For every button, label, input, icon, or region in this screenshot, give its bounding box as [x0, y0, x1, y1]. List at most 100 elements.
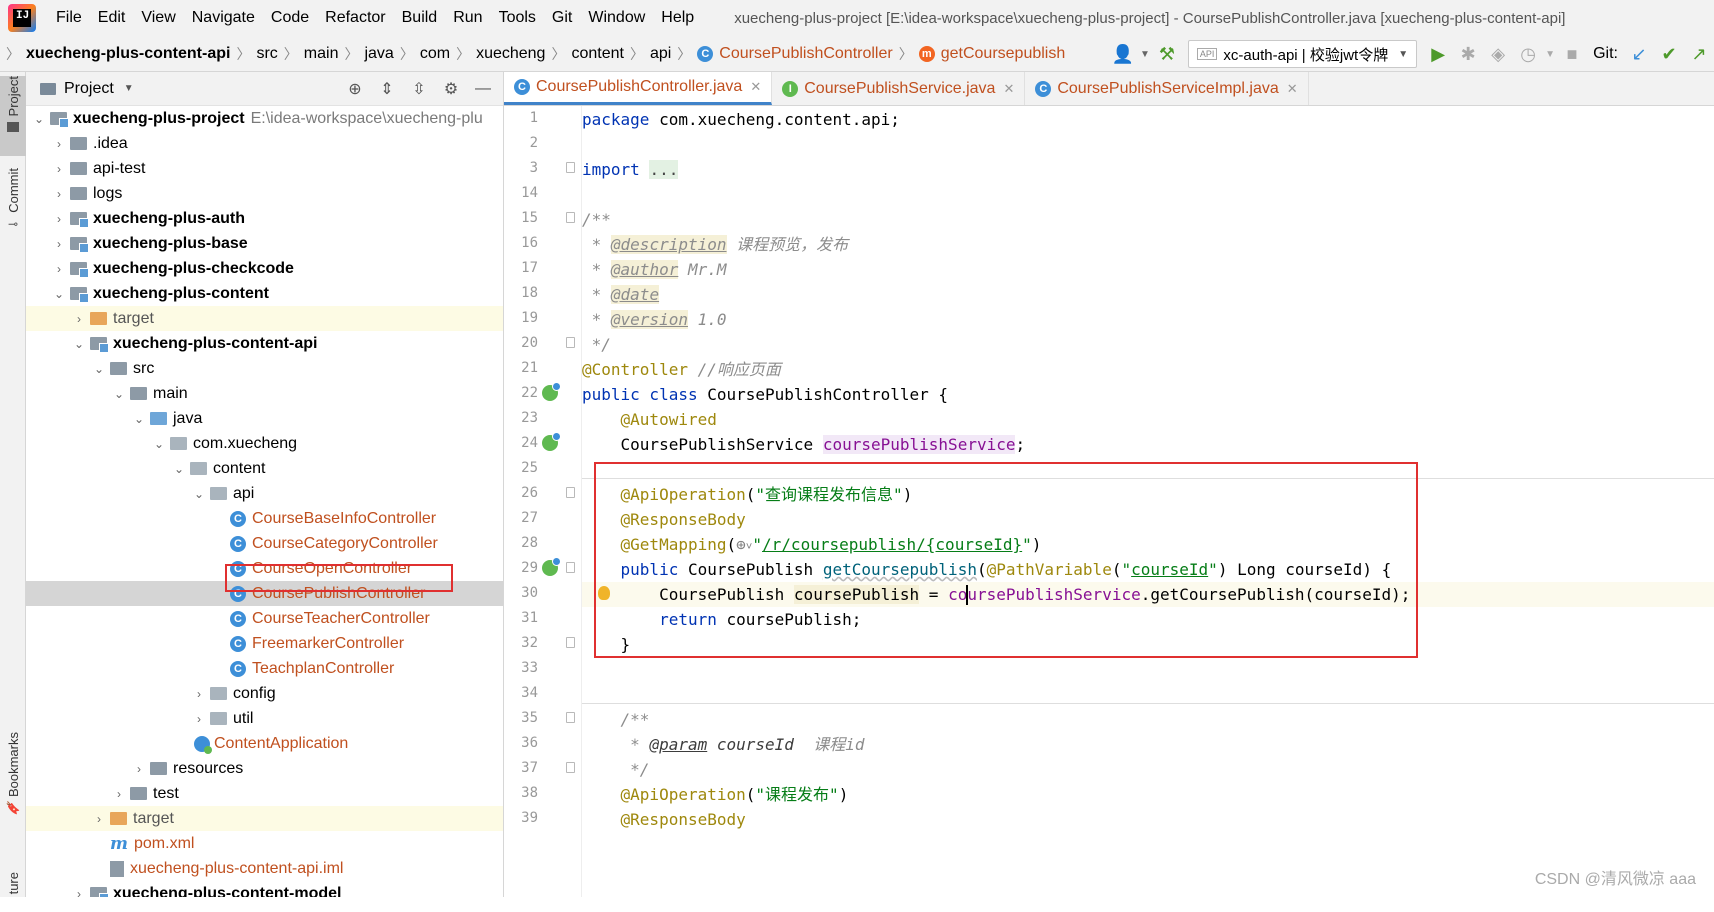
tree-item-checkcode[interactable]: › xuecheng-plus-checkcode: [26, 256, 503, 281]
menu-edit[interactable]: Edit: [90, 9, 134, 27]
chevron-down-icon: ⌄: [73, 336, 85, 351]
bookmarks-tool-window-button[interactable]: Bookmarks 🔖: [0, 732, 26, 852]
tree-item-test[interactable]: › test: [26, 781, 503, 806]
fold-icon[interactable]: [566, 712, 575, 723]
line-number: 20: [521, 335, 538, 351]
menu-view[interactable]: View: [133, 9, 183, 27]
project-tool-window-button[interactable]: Project: [0, 76, 26, 156]
debug-icon[interactable]: ✱: [1453, 39, 1483, 69]
tree-item-class[interactable]: C CourseBaseInfoController: [26, 506, 503, 531]
spring-bean-gutter-icon[interactable]: [542, 382, 561, 401]
menu-run[interactable]: Run: [445, 9, 490, 27]
git-push-icon[interactable]: ↗: [1684, 39, 1714, 69]
breadcrumb-xuecheng[interactable]: xuecheng: [470, 45, 551, 63]
locate-file-icon[interactable]: ⊕: [339, 74, 371, 104]
spring-bean-gutter-icon[interactable]: [542, 432, 561, 451]
tree-item-content-model[interactable]: › xuecheng-plus-content-model: [26, 881, 503, 897]
tree-item-java[interactable]: ⌄ java: [26, 406, 503, 431]
tab-coursepublishserviceimpl[interactable]: C CoursePublishServiceImpl.java ✕: [1025, 72, 1309, 105]
tree-item-logs[interactable]: › logs: [26, 181, 503, 206]
menu-file[interactable]: File: [48, 9, 90, 27]
globe-icon[interactable]: ⊕: [736, 535, 746, 554]
menu-navigate[interactable]: Navigate: [184, 9, 263, 27]
fold-icon[interactable]: [566, 762, 575, 773]
breadcrumb-class[interactable]: C CoursePublishController: [691, 45, 898, 63]
menu-help[interactable]: Help: [653, 9, 702, 27]
tree-item-idea[interactable]: › .idea: [26, 131, 503, 156]
menu-git[interactable]: Git: [544, 9, 580, 27]
tree-item-pom[interactable]: m pom.xml: [26, 831, 503, 856]
stop-icon[interactable]: ■: [1557, 39, 1587, 69]
folded-imports[interactable]: ...: [649, 160, 679, 179]
tree-item-class[interactable]: C FreemarkerController: [26, 631, 503, 656]
tree-item-api-test[interactable]: › api-test: [26, 156, 503, 181]
breadcrumb-src[interactable]: src: [250, 45, 283, 63]
fold-icon[interactable]: [566, 337, 575, 348]
breadcrumb-api[interactable]: api: [644, 45, 677, 63]
user-dropdown-icon[interactable]: ▼: [1138, 39, 1152, 69]
tree-item-content-api[interactable]: ⌄ xuecheng-plus-content-api: [26, 331, 503, 356]
fold-icon[interactable]: [566, 487, 575, 498]
menu-build[interactable]: Build: [394, 9, 446, 27]
tree-item-class[interactable]: C CourseOpenController: [26, 556, 503, 581]
menu-refactor[interactable]: Refactor: [317, 9, 393, 27]
tree-item-class[interactable]: C CourseTeacherController: [26, 606, 503, 631]
more-run-dropdown-icon[interactable]: ▼: [1543, 39, 1557, 69]
build-hammer-icon[interactable]: ⚒: [1152, 39, 1182, 69]
tree-item-api-pkg[interactable]: ⌄ api: [26, 481, 503, 506]
tree-item-util[interactable]: › util: [26, 706, 503, 731]
close-icon[interactable]: ✕: [1003, 81, 1014, 97]
structure-tool-window-button[interactable]: ture: [0, 872, 26, 912]
profile-icon[interactable]: ◷: [1513, 39, 1543, 69]
fold-icon[interactable]: [566, 562, 575, 573]
coverage-icon[interactable]: ◈: [1483, 39, 1513, 69]
tree-item-src[interactable]: ⌄ src: [26, 356, 503, 381]
commit-tool-window-button[interactable]: Commit ⊸: [0, 168, 26, 258]
tree-item-class[interactable]: C CourseCategoryController: [26, 531, 503, 556]
tree-item-project-root[interactable]: ⌄ xuecheng-plus-project E:\idea-workspac…: [26, 106, 503, 131]
tree-item-main[interactable]: ⌄ main: [26, 381, 503, 406]
git-commit-icon[interactable]: ✔: [1654, 39, 1684, 69]
run-configuration-select[interactable]: API xc-auth-api | 校验jwt令牌 ▼: [1187, 40, 1418, 68]
git-update-icon[interactable]: ↙: [1624, 39, 1654, 69]
tab-coursepublishservice[interactable]: I CoursePublishService.java ✕: [772, 72, 1026, 105]
hide-panel-icon[interactable]: —: [467, 74, 499, 104]
intention-bulb-icon[interactable]: [598, 586, 610, 600]
fold-icon[interactable]: [566, 212, 575, 223]
collapse-all-icon[interactable]: ⇳: [403, 74, 435, 104]
project-view-selector[interactable]: Project ▼: [40, 80, 134, 98]
user-icon[interactable]: 👤: [1108, 39, 1138, 69]
tree-item-content-pkg[interactable]: ⌄ content: [26, 456, 503, 481]
tree-item-content-application[interactable]: ContentApplication: [26, 731, 503, 756]
tab-coursepublishcontroller[interactable]: C CoursePublishController.java ✕: [504, 72, 773, 105]
tree-item-api-target[interactable]: › target: [26, 806, 503, 831]
tree-item-com-xuecheng[interactable]: ⌄ com.xuecheng: [26, 431, 503, 456]
breadcrumb-method[interactable]: m getCoursepublish: [913, 45, 1072, 63]
breadcrumb-java[interactable]: java: [358, 45, 399, 63]
tree-item-class[interactable]: C TeachplanController: [26, 656, 503, 681]
breadcrumb-com[interactable]: com: [414, 45, 456, 63]
close-icon[interactable]: ✕: [1287, 81, 1298, 97]
expand-all-icon[interactable]: ⇕: [371, 74, 403, 104]
run-icon[interactable]: ▶: [1423, 39, 1453, 69]
menu-window[interactable]: Window: [580, 9, 653, 27]
menu-tools[interactable]: Tools: [491, 9, 544, 27]
tree-item-content[interactable]: ⌄ xuecheng-plus-content: [26, 281, 503, 306]
menu-code[interactable]: Code: [263, 9, 317, 27]
breadcrumb-main[interactable]: main: [298, 45, 345, 63]
breadcrumb-module[interactable]: xuecheng-plus-content-api: [20, 45, 236, 63]
tree-item-resources[interactable]: › resources: [26, 756, 503, 781]
close-icon[interactable]: ✕: [750, 79, 761, 95]
tree-item-content-target[interactable]: › target: [26, 306, 503, 331]
gear-icon[interactable]: ⚙: [435, 74, 467, 104]
fold-icon[interactable]: [566, 162, 575, 173]
tree-item-auth[interactable]: › xuecheng-plus-auth: [26, 206, 503, 231]
breadcrumb-content[interactable]: content: [565, 45, 629, 63]
spring-endpoint-gutter-icon[interactable]: [542, 557, 561, 576]
code-area[interactable]: 1 2 3 14 15 16 17 18 19 20 21 22 23 24 2…: [504, 106, 1714, 897]
tree-item-base[interactable]: › xuecheng-plus-base: [26, 231, 503, 256]
tree-item-config[interactable]: › config: [26, 681, 503, 706]
fold-icon[interactable]: [566, 637, 575, 648]
tree-item-iml[interactable]: xuecheng-plus-content-api.iml: [26, 856, 503, 881]
tree-item-class-selected[interactable]: C CoursePublishController: [26, 581, 503, 606]
